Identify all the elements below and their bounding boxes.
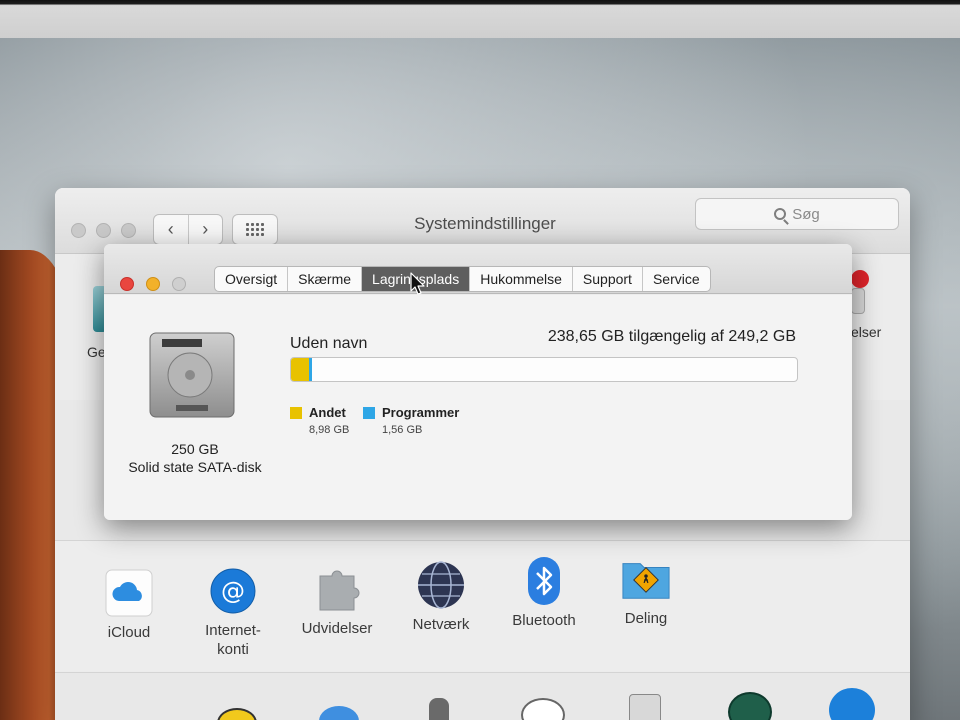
internet-accounts-icon: @: [208, 566, 258, 616]
usage-segment-programmer: [309, 358, 313, 381]
search-placeholder: Søg: [792, 205, 820, 223]
extensions-icon: [312, 564, 362, 614]
pref-label: Bluetooth: [512, 612, 576, 629]
close-button-inactive[interactable]: [71, 223, 86, 238]
icloud-icon: [104, 568, 154, 618]
volume-name: Uden navn: [290, 335, 368, 352]
about-this-mac-window: Oversigt Skærme Lagringsplads Hukommelse…: [104, 244, 852, 520]
startup-disk-icon-partial[interactable]: [629, 694, 661, 720]
back-button[interactable]: ‹: [154, 215, 188, 244]
chevron-right-icon: ›: [202, 219, 209, 239]
legend-item-apps: Programmer 1,56 GB: [363, 405, 459, 436]
zoom-button-disabled: [172, 277, 186, 291]
close-button[interactable]: [120, 277, 134, 291]
back-forward-group: ‹ ›: [153, 214, 223, 245]
general-label-partial: Ge: [87, 344, 106, 360]
tab-displays[interactable]: Skærme: [287, 267, 361, 291]
minimize-button-inactive[interactable]: [96, 223, 111, 238]
volume-availability: 238,65 GB tilgængelig af 249,2 GB: [547, 328, 796, 345]
network-icon: [416, 560, 466, 610]
storage-panel: 250 GB Solid state SATA-disk Uden navn 2…: [104, 295, 852, 520]
pref-bluetooth[interactable]: Bluetooth: [494, 556, 594, 631]
pref-label: Deling: [624, 610, 668, 627]
bluetooth-icon: [519, 556, 569, 606]
notifications-panel-partial: [851, 288, 865, 314]
disk-caption: 250 GB Solid state SATA-disk: [124, 441, 266, 476]
legend-swatch-apps: [363, 407, 375, 419]
storage-usage-bar: [290, 357, 798, 382]
usage-segment-andet: [291, 358, 310, 381]
minimize-button[interactable]: [146, 277, 160, 291]
pref-sharing[interactable]: Deling: [596, 554, 696, 629]
legend-name: Andet: [309, 405, 346, 420]
prefs-row-background-3: [55, 673, 910, 720]
pref-label: iCloud: [107, 624, 151, 641]
sharing-icon: [621, 554, 671, 604]
mouse-cursor-icon: [410, 272, 426, 301]
svg-text:@: @: [221, 577, 245, 605]
window-title: Systemindstillinger: [414, 214, 556, 233]
legend-size: 1,56 GB: [382, 424, 423, 436]
search-icon: [774, 208, 787, 220]
tab-memory[interactable]: Hukommelse: [469, 267, 572, 291]
window-top-edge: [0, 0, 960, 38]
pref-network[interactable]: Netværk: [391, 560, 491, 635]
tab-support[interactable]: Support: [571, 267, 642, 291]
grid-icon: [246, 223, 264, 236]
notifications-icon-partial[interactable]: [851, 270, 869, 288]
about-tabbar: Oversigt Skærme Lagringsplads Hukommelse…: [214, 266, 711, 292]
show-all-button[interactable]: [232, 214, 278, 245]
legend-name: Programmer: [382, 405, 460, 420]
chevron-left-icon: ‹: [167, 219, 174, 239]
pref-label: Udvidelser: [301, 620, 373, 637]
pref-extensions[interactable]: Udvidelser: [287, 564, 387, 639]
pref-label: Internet- konti: [205, 622, 261, 658]
search-field[interactable]: Søg: [695, 198, 899, 230]
legend-item-other: Andet 8,98 GB: [290, 405, 349, 436]
disk-type: Solid state SATA-disk: [128, 458, 262, 475]
about-titlebar: Oversigt Skærme Lagringsplads Hukommelse…: [104, 244, 852, 294]
legend-size: 8,98 GB: [309, 424, 350, 436]
zoom-button-inactive[interactable]: [121, 223, 136, 238]
disk-capacity: 250 GB: [171, 441, 219, 457]
pref-icloud[interactable]: iCloud: [79, 568, 179, 643]
pref-internet-accounts[interactable]: @ Internet- konti: [183, 566, 283, 660]
pref-label: Netværk: [412, 616, 470, 633]
hard-drive-icon: [146, 329, 238, 421]
forward-button[interactable]: ›: [187, 215, 223, 244]
tab-service[interactable]: Service: [641, 267, 710, 291]
tab-overview[interactable]: Oversigt: [215, 267, 287, 291]
dictation-icon-partial[interactable]: [429, 698, 449, 720]
legend-swatch-other: [290, 407, 302, 419]
notifications-label-partial: elser: [851, 324, 882, 340]
